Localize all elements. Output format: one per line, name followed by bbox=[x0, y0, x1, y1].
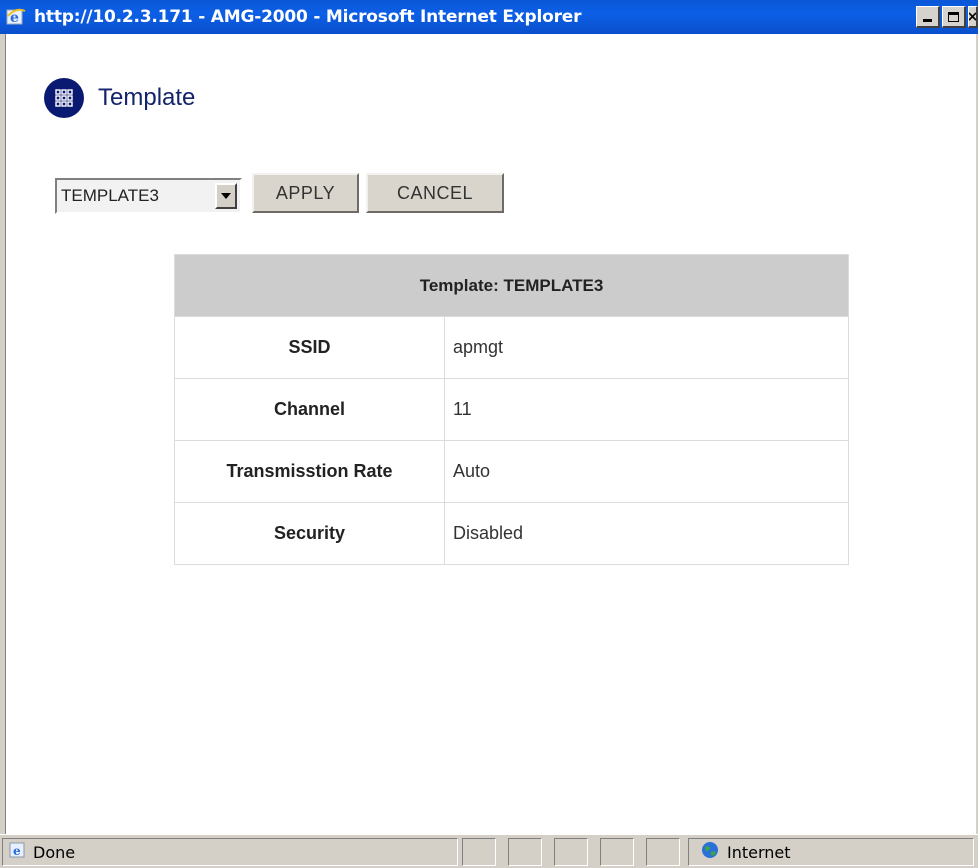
transmission-rate-value: Auto bbox=[444, 440, 849, 503]
cancel-button[interactable]: CANCEL bbox=[366, 173, 504, 213]
ssid-label: SSID bbox=[174, 316, 445, 379]
status-bar-cell bbox=[462, 838, 496, 866]
maximize-button[interactable] bbox=[942, 6, 966, 28]
table-row: Channel 11 bbox=[174, 378, 849, 441]
grid-icon bbox=[44, 78, 84, 118]
page-heading: Template bbox=[44, 78, 195, 118]
template-table-header: Template: TEMPLATE3 bbox=[174, 254, 849, 317]
status-text: Done bbox=[33, 842, 76, 862]
maximize-icon bbox=[948, 11, 959, 22]
dropdown-arrow-icon[interactable] bbox=[215, 183, 237, 209]
close-icon: × bbox=[969, 9, 976, 25]
status-bar-cell bbox=[508, 838, 542, 866]
status-bar: e Done Internet bbox=[0, 834, 978, 868]
status-bar-cell bbox=[554, 838, 588, 866]
close-button[interactable]: × bbox=[968, 6, 978, 28]
transmission-rate-label: Transmisstion Rate bbox=[174, 440, 445, 503]
status-bar-cell bbox=[646, 838, 680, 866]
page-done-icon: e bbox=[9, 841, 27, 863]
security-value: Disabled bbox=[444, 502, 849, 565]
zone-text: Internet bbox=[727, 842, 791, 862]
ssid-value: apmgt bbox=[444, 316, 849, 379]
channel-label: Channel bbox=[174, 378, 445, 441]
page-title: Template bbox=[98, 84, 196, 111]
template-select[interactable]: TEMPLATE3 bbox=[55, 178, 242, 214]
security-zone[interactable]: Internet bbox=[688, 838, 974, 866]
table-row: Security Disabled bbox=[174, 502, 849, 565]
apply-button[interactable]: APPLY bbox=[252, 173, 359, 213]
template-select-value: TEMPLATE3 bbox=[61, 186, 159, 205]
window-title: http://10.2.3.171 - AMG-2000 - Microsoft… bbox=[34, 7, 582, 27]
channel-value: 11 bbox=[444, 378, 849, 441]
status-bar-main: e Done bbox=[2, 838, 458, 866]
table-row: Transmisstion Rate Auto bbox=[174, 440, 849, 503]
template-table: Template: TEMPLATE3 SSID apmgt Channel 1… bbox=[174, 254, 849, 565]
window-frame-left bbox=[0, 34, 6, 834]
internet-explorer-icon: e bbox=[6, 7, 26, 27]
minimize-icon bbox=[923, 19, 932, 22]
table-row: SSID apmgt bbox=[174, 316, 849, 379]
window-titlebar[interactable]: e http://10.2.3.171 - AMG-2000 - Microso… bbox=[0, 0, 978, 34]
globe-icon bbox=[701, 841, 719, 863]
security-label: Security bbox=[174, 502, 445, 565]
minimize-button[interactable] bbox=[916, 6, 940, 28]
status-bar-cell bbox=[600, 838, 634, 866]
svg-text:e: e bbox=[13, 844, 21, 858]
